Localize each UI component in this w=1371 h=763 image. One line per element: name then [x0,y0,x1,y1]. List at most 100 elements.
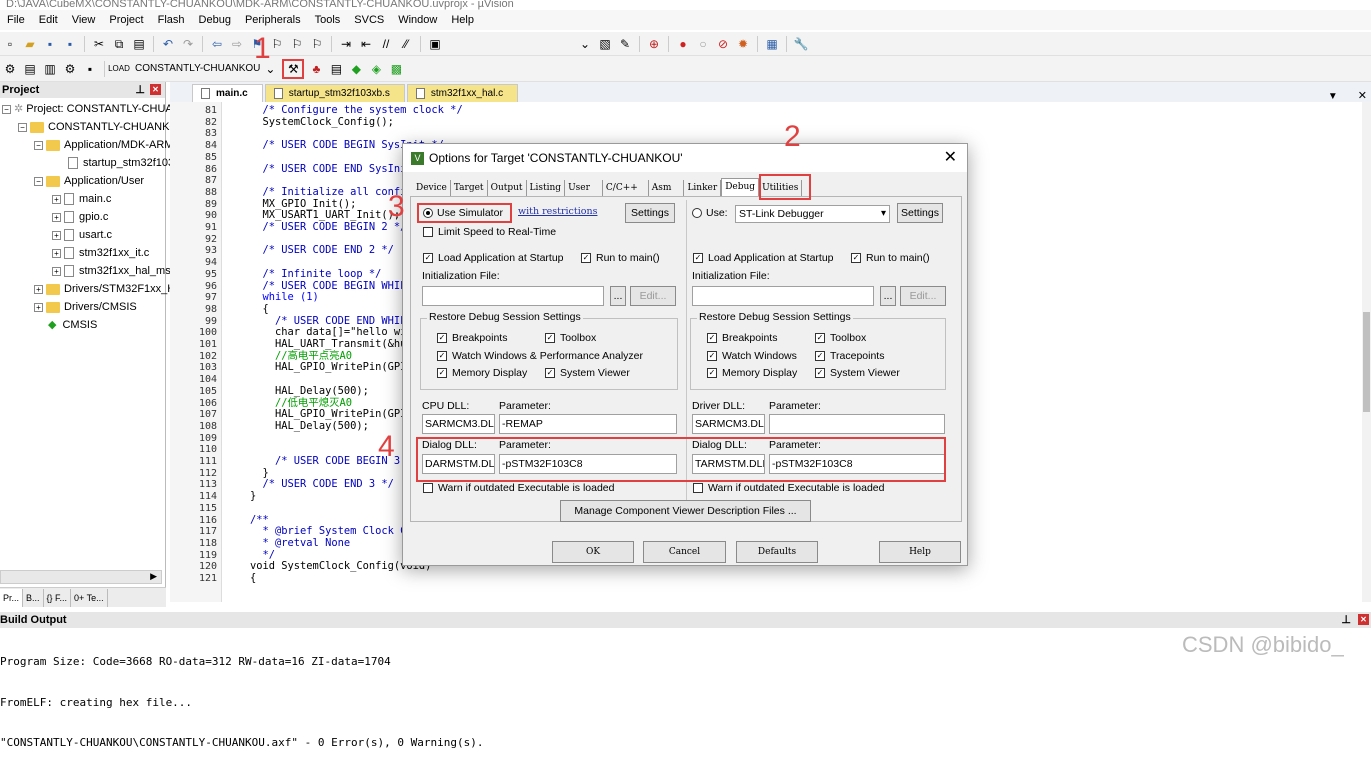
sysviewer-checkbox-right[interactable]: ✓ System Viewer [815,367,900,379]
close-panel-icon[interactable]: ✕ [1358,614,1369,625]
watch-checkbox-right[interactable]: ✓ Watch Windows [707,350,797,362]
window-layout-icon[interactable]: ▦ [764,36,780,52]
menu-svcs[interactable]: SVCS [347,14,391,26]
tabs-close-icon[interactable]: ✕ [1358,89,1367,102]
rebuild-icon[interactable]: ▥ [42,61,58,77]
init-file-input[interactable] [422,286,604,306]
sysviewer-checkbox[interactable]: ✓ System Viewer [545,367,630,379]
target-options-icon[interactable]: ⚒ [282,58,305,79]
download-icon[interactable]: LOAD [108,61,130,77]
save-icon[interactable]: ▪ [42,36,58,52]
tab-cpp[interactable]: C/C++ [603,180,649,196]
restrictions-link[interactable]: with restrictions [518,206,597,217]
tree-item-file[interactable]: + main.c [52,190,111,208]
close-panel-icon[interactable]: ✕ [150,84,161,95]
menu-project[interactable]: Project [102,14,150,26]
tab-debug[interactable]: Debug [721,178,760,196]
manage-component-viewer-button[interactable]: Manage Component Viewer Description File… [560,500,811,522]
close-icon[interactable]: ✕ [944,144,957,172]
defaults-button[interactable]: Defaults [736,541,818,563]
save-all-icon[interactable]: ▪ [62,36,78,52]
tree-item-file[interactable]: + gpio.c [52,208,108,226]
edit-button-right[interactable]: Edit... [900,286,946,306]
paste-icon[interactable]: ▤ [131,36,147,52]
load-app-checkbox[interactable]: ✓ Load Application at Startup [423,252,564,264]
tree-item-group-mdk[interactable]: − Application/MDK-ARM [34,136,173,154]
tree-item-group-user[interactable]: − Application/User [34,172,144,190]
bookmark-next-icon[interactable]: ⚐ [289,36,305,52]
bookmark-clear-icon[interactable]: ⚐ [309,36,325,52]
tab-output[interactable]: Output [488,180,527,196]
run-main-checkbox-right[interactable]: ✓ Run to main() [851,252,930,264]
manage-project-icon[interactable]: ▤ [328,61,344,77]
menu-file[interactable]: File [0,14,32,26]
simulator-settings-button[interactable]: Settings [625,203,675,223]
cpu-dll-input[interactable]: SARMCM3.DLL [422,414,495,434]
tab-templates[interactable]: 0+ Te... [71,588,108,607]
debugger-select[interactable]: ST-Link Debugger [735,205,890,223]
translate-icon[interactable]: ⚙ [2,61,18,77]
tab-device[interactable]: Device [413,180,451,196]
breakpoint-all-icon[interactable]: ✹ [735,36,751,52]
menu-window[interactable]: Window [391,14,444,26]
tab-listing[interactable]: Listing [527,180,566,196]
debug-start-icon[interactable]: ⊕ [646,36,662,52]
redo-icon[interactable]: ↷ [180,36,196,52]
ok-button[interactable]: OK [552,541,634,563]
uncomment-icon[interactable]: ⁄⁄ [398,36,414,52]
breakpoints-checkbox-right[interactable]: ✓ Breakpoints [707,332,777,344]
cancel-button[interactable]: Cancel [643,541,726,563]
menu-view[interactable]: View [65,14,103,26]
menu-edit[interactable]: Edit [32,14,65,26]
menu-debug[interactable]: Debug [192,14,238,26]
comment-icon[interactable]: // [378,36,394,52]
warn-outdated-checkbox-right[interactable]: Warn if outdated Executable is loaded [693,482,884,494]
browse-button-right[interactable]: ... [880,286,896,306]
tab-hal[interactable]: stm32f1xx_hal.c [406,84,519,102]
debugger-settings-button[interactable]: Settings [897,203,943,223]
init-file-input-right[interactable] [692,286,874,306]
load-app-checkbox-right[interactable]: ✓ Load Application at Startup [693,252,834,264]
bookmark-prev-icon[interactable]: ⚐ [269,36,285,52]
editor-vscroll[interactable] [1362,102,1371,602]
tree-item-group-cmsis[interactable]: + Drivers/CMSIS [34,298,137,316]
toolbox-checkbox[interactable]: ✓ Toolbox [545,332,596,344]
stop-build-icon[interactable]: ▪ [82,61,98,77]
target-select[interactable]: CONSTANTLY-CHUANKOU [135,63,260,74]
tab-functions[interactable]: {} F... [44,588,72,607]
copy-icon[interactable]: ⧉ [111,36,127,52]
browse-button[interactable]: ... [610,286,626,306]
find-in-files-icon[interactable]: ▣ [427,36,443,52]
warn-outdated-checkbox[interactable]: Warn if outdated Executable is loaded [423,482,614,494]
tabs-dropdown-icon[interactable]: ▼ [1328,91,1338,102]
tracepoints-checkbox[interactable]: ✓ Tracepoints [815,350,884,362]
menu-peripherals[interactable]: Peripherals [238,14,308,26]
tree-item-file[interactable]: + usart.c [52,226,112,244]
build-icon[interactable]: ▤ [22,61,38,77]
tab-startup[interactable]: startup_stm32f103xb.s [264,84,405,102]
breakpoint-icon[interactable]: ● [675,36,691,52]
use-debugger-radio[interactable]: Use: [692,207,728,219]
cpu-param-input[interactable]: -REMAP [499,414,677,434]
file-extensions-icon[interactable]: ♣ [308,61,324,77]
tab-main-c[interactable]: main.c [192,84,263,102]
memory-checkbox-right[interactable]: ✓ Memory Display [707,367,797,379]
batch-build-icon[interactable]: ⚙ [62,61,78,77]
tab-target[interactable]: Target [451,180,488,196]
pack-installer-icon[interactable]: ◈ [368,61,384,77]
tab-project[interactable]: Pr... [0,588,24,607]
memory-checkbox[interactable]: ✓ Memory Display [437,367,527,379]
breakpoint-kill-icon[interactable]: ⊘ [715,36,731,52]
driver-param-input[interactable] [769,414,945,434]
tree-item-file[interactable]: + stm32f1xx_hal_msp.c [52,262,185,280]
toolbox-checkbox-right[interactable]: ✓ Toolbox [815,332,866,344]
pin-icon[interactable]: ⊥ [1341,612,1351,628]
tab-books[interactable]: B... [23,588,44,607]
cubemx-icon[interactable]: ▩ [388,61,404,77]
configure-icon[interactable]: 🔧 [793,36,809,52]
find-icon[interactable]: ▧ [597,36,613,52]
undo-icon[interactable]: ↶ [160,36,176,52]
new-file-icon[interactable]: ▫ [2,36,18,52]
edit-button[interactable]: Edit... [630,286,676,306]
watch-checkbox[interactable]: ✓ Watch Windows & Performance Analyzer [437,350,643,362]
